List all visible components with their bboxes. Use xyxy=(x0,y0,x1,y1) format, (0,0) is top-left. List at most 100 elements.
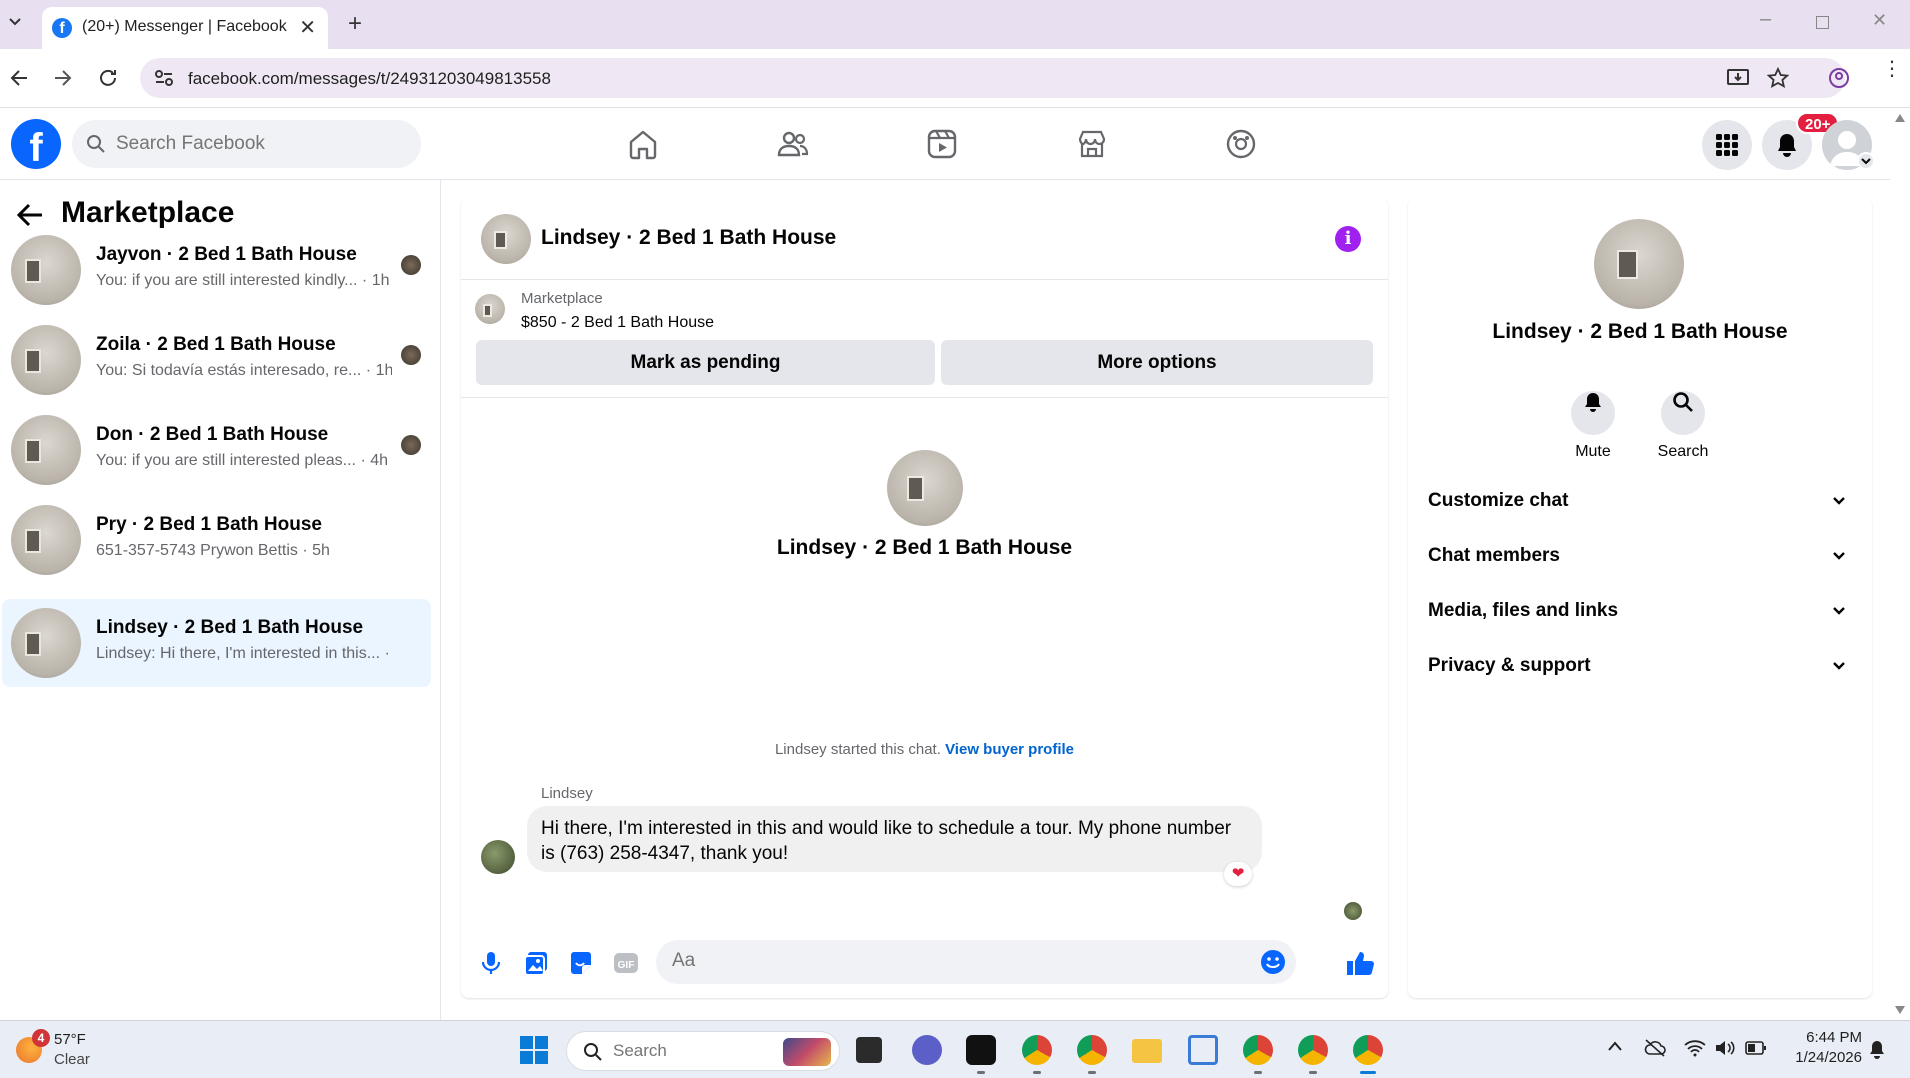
message-bubble[interactable]: Hi there, I'm interested in this and wou… xyxy=(527,806,1262,872)
menu-button[interactable] xyxy=(1702,120,1752,170)
chrome-active-icon[interactable] xyxy=(1353,1035,1383,1065)
facebook-search[interactable] xyxy=(72,120,421,168)
app-running-indicator xyxy=(1033,1071,1041,1074)
conversation-item[interactable]: Zoila · 2 Bed 1 Bath House You: Si todav… xyxy=(2,316,431,404)
friends-icon[interactable] xyxy=(775,126,811,162)
forward-icon[interactable] xyxy=(52,67,74,89)
mark-as-pending-button[interactable]: Mark as pending xyxy=(476,340,935,385)
message-composer[interactable] xyxy=(656,940,1296,984)
reload-icon[interactable] xyxy=(96,66,120,90)
conversation-name: Pry · 2 Bed 1 Bath House xyxy=(96,514,322,535)
scroll-up-icon[interactable] xyxy=(1895,114,1905,122)
message-input[interactable] xyxy=(672,950,1172,972)
customize-chat-row[interactable]: Customize chat xyxy=(1428,480,1858,524)
section-label: Privacy & support xyxy=(1428,655,1591,676)
window-close-icon[interactable]: ✕ xyxy=(1872,10,1887,31)
video-icon[interactable] xyxy=(924,126,960,162)
conversation-item[interactable]: Don · 2 Bed 1 Bath House You: if you are… xyxy=(2,406,431,494)
svg-text:GIF: GIF xyxy=(618,960,635,971)
listing-thumbnail[interactable] xyxy=(475,294,505,324)
microphone-icon[interactable] xyxy=(477,949,505,977)
privacy-support-row[interactable]: Privacy & support xyxy=(1428,645,1858,689)
marketplace-icon[interactable] xyxy=(1074,126,1110,162)
browser-menu-icon[interactable]: ⋮ xyxy=(1882,59,1902,79)
wifi-icon[interactable] xyxy=(1684,1039,1706,1057)
photo-icon[interactable] xyxy=(522,949,550,977)
scroll-down-icon[interactable] xyxy=(1895,1006,1905,1014)
thumbs-up-icon[interactable] xyxy=(1345,949,1374,977)
weather-widget[interactable]: 4 57°F Clear xyxy=(14,1029,134,1071)
chat-center-avatar[interactable] xyxy=(887,450,963,526)
cloud-offline-icon[interactable] xyxy=(1644,1039,1666,1057)
page-scrollbar[interactable] xyxy=(1890,108,1910,1020)
show-hidden-icons[interactable] xyxy=(1608,1041,1622,1051)
mute-button[interactable]: Mute xyxy=(1548,380,1638,461)
search-highlight-icon xyxy=(783,1038,831,1066)
facebook-search-input[interactable] xyxy=(116,132,406,156)
info-avatar[interactable] xyxy=(1594,219,1684,309)
emoji-icon[interactable] xyxy=(1259,948,1287,976)
bell-icon xyxy=(1778,134,1796,157)
teams-chat-icon[interactable] xyxy=(912,1035,942,1065)
facebook-logo-icon[interactable]: f xyxy=(11,119,61,169)
snipping-tool-icon[interactable] xyxy=(1188,1035,1218,1065)
clock[interactable]: 6:44 PM 1/24/2026 xyxy=(1782,1029,1862,1066)
home-icon[interactable] xyxy=(625,126,661,162)
heart-reaction-icon[interactable]: ❤ xyxy=(1224,862,1252,886)
window-restore-icon[interactable] xyxy=(1816,16,1829,29)
file-explorer-icon[interactable] xyxy=(1132,1039,1162,1063)
clock-time: 6:44 PM xyxy=(1806,1029,1862,1046)
info-icon[interactable]: i xyxy=(1335,226,1361,252)
taskbar-search-input[interactable] xyxy=(613,1041,773,1061)
file-manager-icon[interactable] xyxy=(856,1037,882,1063)
sender-avatar[interactable] xyxy=(481,840,515,874)
chrome-profile-a-icon[interactable] xyxy=(1243,1035,1273,1065)
chrome-profile-t-icon[interactable] xyxy=(1077,1035,1107,1065)
more-options-button[interactable]: More options xyxy=(941,340,1373,385)
chat-members-row[interactable]: Chat members xyxy=(1428,535,1858,579)
chat-avatar[interactable] xyxy=(481,214,531,264)
chat-info-panel: Lindsey · 2 Bed 1 Bath House Mute Search… xyxy=(1408,198,1872,998)
menu-grid-icon xyxy=(1716,134,1738,156)
site-info-icon[interactable] xyxy=(154,69,174,87)
gaming-icon[interactable] xyxy=(1223,126,1259,162)
tab-list-dropdown-icon[interactable] xyxy=(6,12,24,30)
install-app-icon[interactable] xyxy=(1727,68,1749,88)
capcut-icon[interactable] xyxy=(966,1035,996,1065)
weather-alert-badge: 4 xyxy=(32,1029,50,1047)
tab-title: (20+) Messenger | Facebook xyxy=(82,18,287,35)
listing-price[interactable]: $850 - 2 Bed 1 Bath House xyxy=(521,314,714,332)
profile-icon[interactable] xyxy=(1828,67,1850,89)
conversation-name: Lindsey · 2 Bed 1 Bath House xyxy=(96,617,364,638)
address-bar[interactable]: facebook.com/messages/t/2493120304981355… xyxy=(140,58,1845,98)
gif-icon[interactable]: GIF xyxy=(612,949,640,977)
app-running-indicator xyxy=(1254,1071,1262,1074)
window-minimize-icon[interactable]: – xyxy=(1760,8,1771,31)
taskbar-search[interactable] xyxy=(566,1031,840,1071)
conversation-item[interactable]: Jayvon · 2 Bed 1 Bath House You: if you … xyxy=(2,226,431,314)
chrome-profile-c-icon[interactable] xyxy=(1022,1035,1052,1065)
account-chevron-icon[interactable] xyxy=(1857,152,1875,170)
notification-bell-icon[interactable] xyxy=(1868,1040,1886,1060)
conversation-item[interactable]: Pry · 2 Bed 1 Bath House 651-357-5743 Pr… xyxy=(2,496,431,584)
conversation-item-active[interactable]: Lindsey · 2 Bed 1 Bath House Lindsey: Hi… xyxy=(2,599,431,687)
browser-tab-active[interactable]: f (20+) Messenger | Facebook ✕ xyxy=(42,7,328,49)
view-buyer-profile-link[interactable]: View buyer profile xyxy=(945,741,1074,758)
chat-title[interactable]: Lindsey · 2 Bed 1 Bath House xyxy=(541,226,836,250)
search-chat-button[interactable]: Search xyxy=(1638,380,1728,461)
back-icon[interactable] xyxy=(8,67,30,89)
media-files-links-row[interactable]: Media, files and links xyxy=(1428,590,1858,634)
battery-icon[interactable] xyxy=(1745,1041,1767,1055)
bookmark-star-icon[interactable] xyxy=(1767,67,1789,89)
sticker-icon[interactable] xyxy=(567,949,595,977)
volume-icon[interactable] xyxy=(1714,1039,1736,1057)
windows-start-icon[interactable] xyxy=(520,1036,548,1064)
back-arrow-icon[interactable] xyxy=(16,202,44,228)
search-icon xyxy=(86,134,106,154)
chrome-profile-b-icon[interactable] xyxy=(1298,1035,1328,1065)
chat-started-notice: Lindsey started this chat. View buyer pr… xyxy=(461,741,1388,758)
avatar xyxy=(11,325,81,395)
chat-center-name: Lindsey · 2 Bed 1 Bath House xyxy=(776,536,1073,559)
tab-close-icon[interactable]: ✕ xyxy=(299,15,316,40)
new-tab-icon[interactable]: + xyxy=(348,10,362,38)
